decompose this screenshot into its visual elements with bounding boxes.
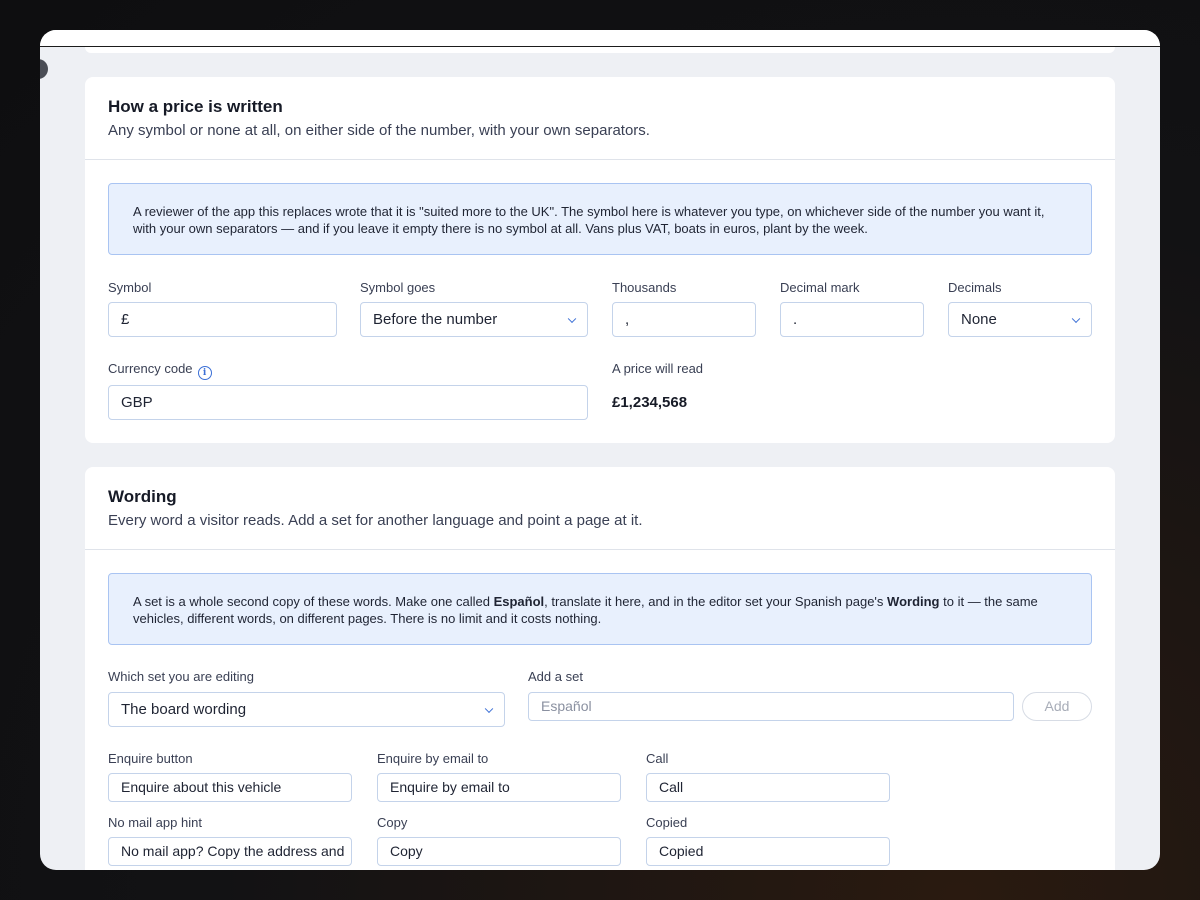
decimal-mark-label: Decimal mark	[780, 280, 860, 295]
set-label: Which set you are editing	[108, 669, 254, 684]
field-label: Copy	[377, 815, 408, 830]
field-label: No mail app hint	[108, 815, 202, 830]
side-handle[interactable]	[40, 59, 48, 79]
info-note: A reviewer of the app this replaces wrot…	[108, 183, 1092, 255]
decimals-label: Decimals	[948, 280, 1002, 295]
enquire-email-input[interactable]: Enquire by email to	[377, 773, 621, 802]
note-text: , translate it here, and in the editor s…	[544, 594, 888, 609]
preview-label: A price will read	[612, 361, 704, 376]
note-bold-espanol: Español	[493, 594, 545, 609]
add-set-button[interactable]: Add	[1022, 692, 1092, 721]
wording-card: Wording Every word a visitor reads. Add …	[85, 467, 1115, 870]
decimals-value: None	[961, 311, 997, 328]
chevron-down-icon	[484, 704, 494, 713]
copied-input[interactable]: Copied	[646, 837, 890, 866]
no-mail-hint-input[interactable]: No mail app? Copy the address and	[108, 837, 352, 866]
card-header: How a price is written Any symbol or non…	[85, 77, 1115, 160]
info-icon[interactable]: i	[197, 366, 212, 380]
symbol-goes-label: Symbol goes	[360, 280, 436, 295]
decimals-select[interactable]: None	[948, 302, 1092, 337]
card-subtitle: Any symbol or none at all, on either sid…	[108, 122, 650, 139]
price-preview: £1,234,568	[612, 394, 688, 411]
add-set-input[interactable]: Español	[528, 692, 1014, 721]
thousands-input[interactable]: ,	[612, 302, 756, 337]
wording-set-select[interactable]: The board wording	[108, 692, 505, 727]
field-label: Enquire button	[108, 751, 193, 766]
chevron-down-icon	[1071, 314, 1081, 323]
card-subtitle: Every word a visitor reads. Add a set fo…	[108, 512, 643, 529]
symbol-input[interactable]: £	[108, 302, 337, 337]
symbol-label: Symbol	[108, 280, 152, 295]
previous-card-edge	[85, 47, 1115, 53]
currency-code-input[interactable]: GBP	[108, 385, 588, 420]
symbol-goes-select[interactable]: Before the number	[360, 302, 588, 337]
symbol-goes-value: Before the number	[373, 311, 498, 328]
field-label: Copied	[646, 815, 688, 830]
copy-input[interactable]: Copy	[377, 837, 621, 866]
enquire-button-input[interactable]: Enquire about this vehicle	[108, 773, 352, 802]
field-label: Enquire by email to	[377, 751, 489, 766]
decimal-mark-input[interactable]: .	[780, 302, 924, 337]
price-format-card: How a price is written Any symbol or non…	[85, 77, 1115, 443]
card-title: Wording	[108, 487, 177, 506]
note-text: A set is a whole second copy of these wo…	[133, 594, 494, 609]
add-set-label: Add a set	[528, 669, 583, 684]
note-bold-wording: Wording	[887, 594, 940, 609]
currency-code-label-text: Currency code	[108, 361, 193, 376]
call-input[interactable]: Call	[646, 773, 890, 802]
wording-set-value: The board wording	[121, 701, 247, 718]
card-header: Wording Every word a visitor reads. Add …	[85, 467, 1115, 550]
card-title: How a price is written	[108, 97, 283, 116]
thousands-label: Thousands	[612, 280, 677, 295]
currency-code-label: Currency code i	[108, 361, 212, 380]
app-window: How a price is written Any symbol or non…	[40, 30, 1160, 870]
info-note: A set is a whole second copy of these wo…	[108, 573, 1092, 645]
field-label: Call	[646, 751, 669, 766]
top-bar	[40, 30, 1160, 47]
chevron-down-icon	[567, 314, 577, 323]
